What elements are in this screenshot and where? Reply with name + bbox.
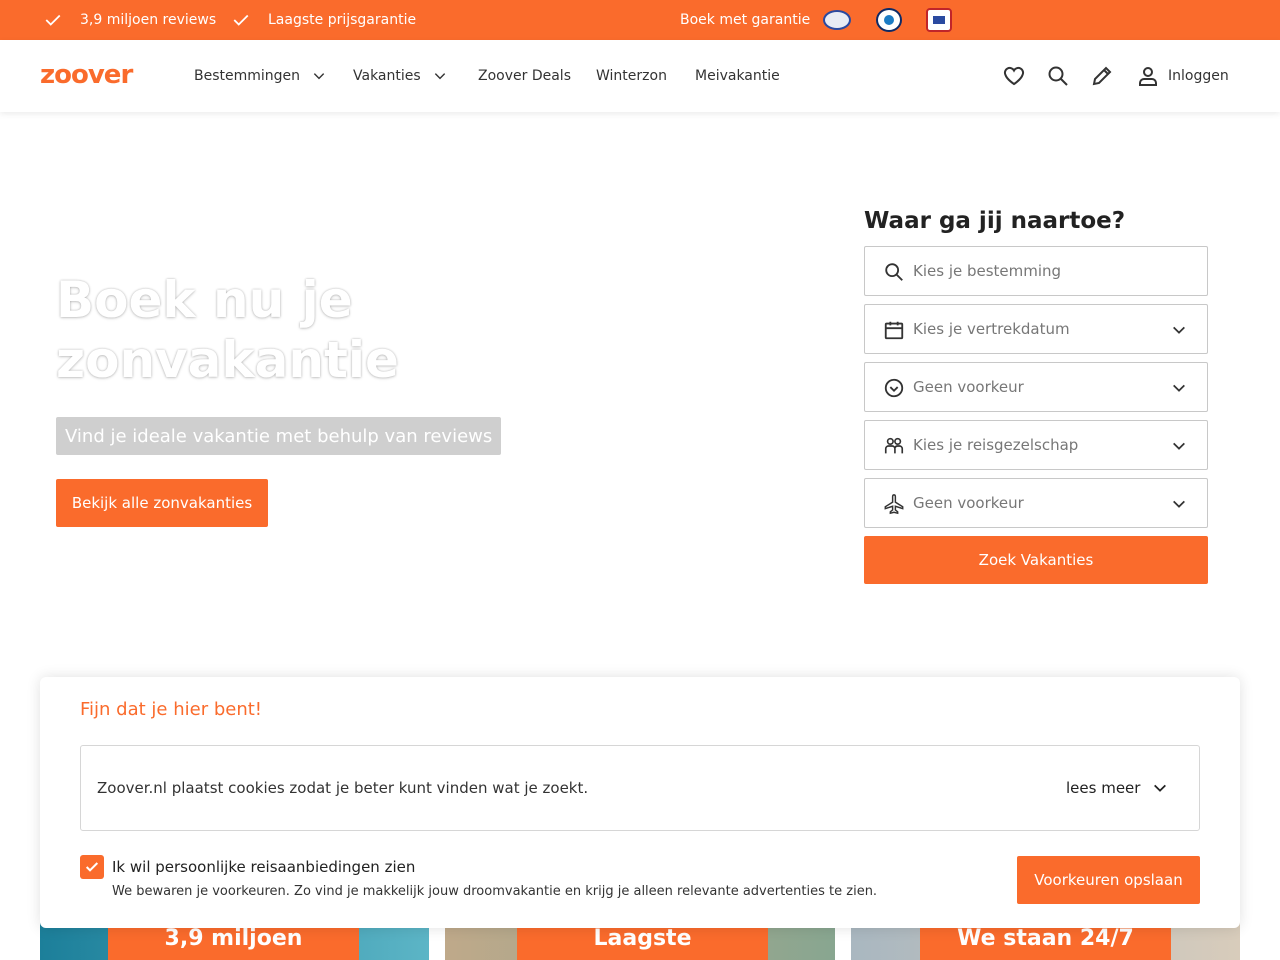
chevron-down-icon bbox=[313, 73, 325, 80]
personal-offers-checkbox[interactable] bbox=[80, 855, 104, 879]
view-sun-holidays-button[interactable]: Bekijk alle zonvakanties bbox=[56, 479, 268, 527]
calendar-icon bbox=[884, 321, 904, 340]
nav-meivakantie[interactable]: Meivakantie bbox=[695, 40, 780, 112]
usp-price: Laagste prijsgarantie bbox=[232, 0, 416, 40]
nav-bestemmingen-label: Bestemmingen bbox=[194, 68, 301, 84]
cookie-title: Fijn dat je hier bent! bbox=[80, 699, 262, 720]
destination-placeholder: Kies je bestemming bbox=[913, 262, 1062, 280]
usp-price-label: Laagste prijsgarantie bbox=[268, 12, 417, 28]
hero-title-line1: Boek nu je bbox=[56, 271, 353, 329]
read-more-label: lees meer bbox=[1066, 779, 1141, 797]
save-preferences-button[interactable]: Voorkeuren opslaan bbox=[1017, 856, 1200, 904]
travel-party-placeholder: Kies je reisgezelschap bbox=[913, 436, 1079, 454]
clock-icon bbox=[884, 378, 904, 398]
departure-date-placeholder: Kies je vertrekdatum bbox=[913, 320, 1070, 338]
destination-input[interactable]: Kies je bestemming bbox=[864, 246, 1208, 296]
hero-title-line2: zonvakantie bbox=[56, 331, 399, 389]
chevron-down-icon bbox=[1173, 442, 1185, 450]
chevron-down-icon bbox=[1173, 326, 1185, 334]
pencil-icon[interactable] bbox=[1090, 64, 1114, 88]
nav-zoover-deals[interactable]: Zoover Deals bbox=[478, 40, 571, 112]
departure-airport-select[interactable]: Geen voorkeur bbox=[864, 478, 1208, 528]
cookie-consent-panel: Fijn dat je hier bent! Zoover.nl plaatst… bbox=[40, 677, 1240, 928]
read-more-toggle[interactable]: lees meer bbox=[1066, 779, 1168, 797]
guarantee-link[interactable]: Boek met garantie bbox=[680, 0, 810, 40]
duration-value: Geen voorkeur bbox=[913, 378, 1024, 396]
top-bar: 3,9 miljoen reviews Laagste prijsgaranti… bbox=[0, 0, 1280, 40]
personal-offers-description: We bewaren je voorkeuren. Zo vind je mak… bbox=[112, 884, 878, 899]
personal-offers-label: Ik wil persoonlijke reisaanbiedingen zie… bbox=[112, 858, 416, 876]
nav-bestemmingen[interactable]: Bestemmingen bbox=[194, 40, 326, 112]
chevron-down-icon bbox=[1154, 784, 1167, 792]
plane-icon bbox=[884, 494, 904, 515]
search-holidays-button[interactable]: Zoek Vakanties bbox=[864, 536, 1208, 584]
check-icon bbox=[85, 862, 99, 872]
departure-airport-value: Geen voorkeur bbox=[913, 494, 1024, 512]
chevron-down-icon bbox=[1173, 384, 1185, 392]
search-icon[interactable] bbox=[1046, 64, 1070, 88]
travel-party-select[interactable]: Kies je reisgezelschap bbox=[864, 420, 1208, 470]
cookie-info-box: Zoover.nl plaatst cookies zodat je beter… bbox=[80, 745, 1200, 831]
usp-reviews-label: 3,9 miljoen reviews bbox=[80, 12, 217, 28]
hero-title: Boek nu je zonvakantie bbox=[56, 270, 656, 390]
usp-reviews: 3,9 miljoen reviews bbox=[44, 0, 216, 40]
calamiteitenfonds-logo-icon bbox=[926, 8, 952, 32]
nav-vakanties[interactable]: Vakanties bbox=[353, 40, 447, 112]
duration-select[interactable]: Geen voorkeur bbox=[864, 362, 1208, 412]
check-icon bbox=[45, 14, 61, 26]
zoover-logo[interactable]: zoover bbox=[40, 60, 133, 90]
hero-subtitle: Vind je ideale vakantie met behulp van r… bbox=[56, 417, 502, 455]
people-icon bbox=[884, 437, 904, 454]
cookie-text: Zoover.nl plaatst cookies zodat je beter… bbox=[97, 779, 589, 797]
check-icon bbox=[233, 14, 249, 26]
search-form-title: Waar ga jij naartoe? bbox=[864, 208, 1126, 234]
nav-winterzon[interactable]: Winterzon bbox=[596, 40, 667, 112]
sgr-logo-icon bbox=[876, 8, 902, 32]
anvr-logo-icon bbox=[823, 10, 851, 30]
chevron-down-icon bbox=[434, 73, 445, 80]
departure-date-select[interactable]: Kies je vertrekdatum bbox=[864, 304, 1208, 354]
nav-vakanties-label: Vakanties bbox=[353, 68, 421, 84]
chevron-down-icon bbox=[1173, 500, 1185, 508]
main-header: zoover Bestemmingen Vakanties Zoover Dea… bbox=[0, 40, 1280, 112]
login-link[interactable]: Inloggen bbox=[1168, 40, 1229, 112]
heart-icon[interactable] bbox=[1002, 64, 1026, 88]
search-icon bbox=[885, 263, 903, 281]
user-icon[interactable] bbox=[1136, 64, 1160, 88]
